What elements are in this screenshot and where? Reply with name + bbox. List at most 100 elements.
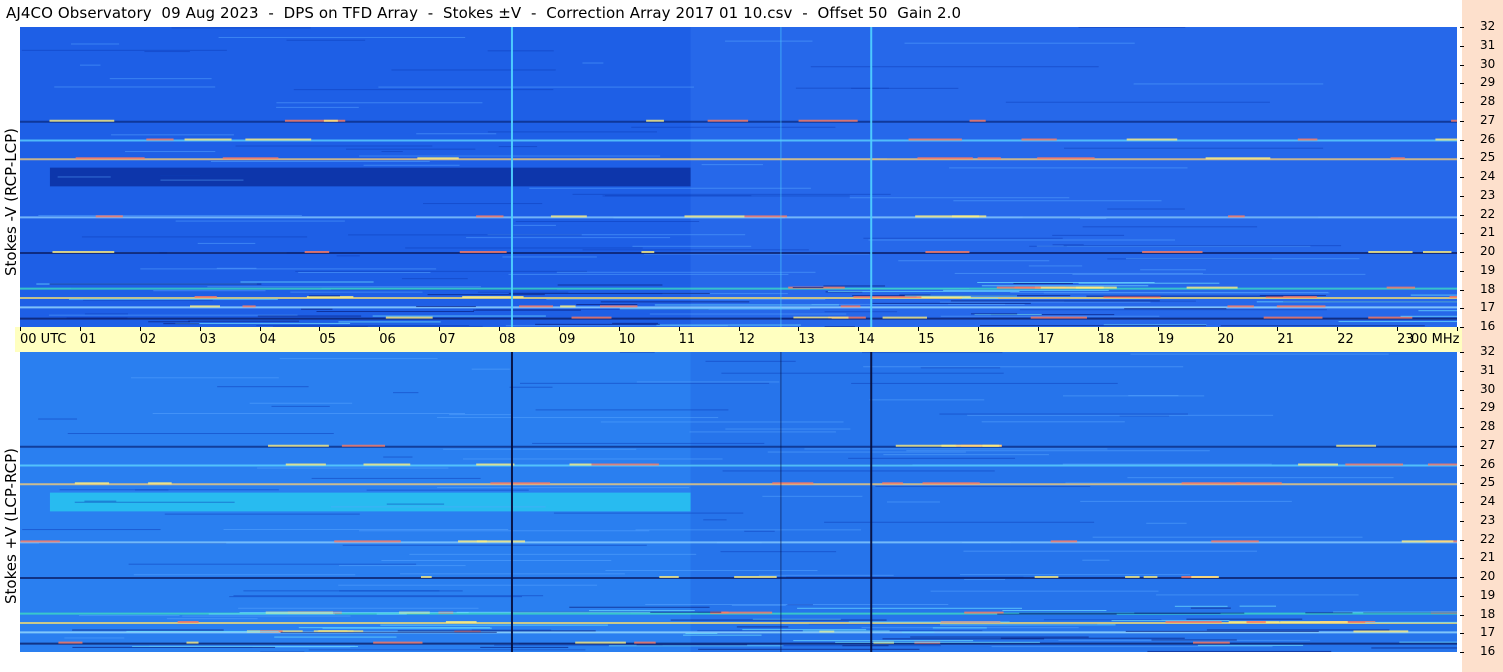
frequency-tick-mark — [1460, 83, 1464, 85]
vertical-line — [510, 352, 513, 652]
low-band-noise — [835, 641, 1040, 643]
frequency-tick-label: 22 — [1480, 531, 1496, 546]
time-tick-mark — [259, 327, 261, 331]
noise-streak — [276, 106, 359, 108]
interference-burst — [58, 641, 83, 644]
interference-burst — [917, 157, 973, 160]
noise-streak — [378, 86, 694, 88]
interference-burst — [1125, 576, 1140, 578]
vertical-line — [780, 352, 782, 652]
time-tick-label: 10 — [618, 332, 636, 347]
noise-streak — [79, 64, 101, 66]
noise-streak — [423, 203, 543, 205]
interference-burst — [462, 296, 524, 298]
low-band-noise — [940, 624, 1116, 626]
noise-streak — [701, 164, 763, 166]
noise-streak — [144, 51, 190, 53]
frequency-tick-label: 28 — [1480, 94, 1496, 108]
frequency-tick-label: 21 — [1480, 225, 1496, 240]
time-tick-mark — [499, 327, 500, 331]
interference-burst — [1276, 305, 1326, 308]
noise-streak — [1133, 83, 1324, 85]
noise-streak — [152, 412, 465, 414]
low-band-noise — [380, 624, 608, 626]
time-tick-label: 08 — [499, 332, 516, 347]
low-band-noise — [1365, 621, 1457, 623]
interference-burst — [1050, 540, 1078, 543]
noise-streak — [572, 193, 891, 195]
noise-streak — [217, 386, 309, 388]
noise-streak — [1019, 309, 1327, 311]
frequency-tick-mark — [1460, 289, 1464, 291]
frequency-tick-label: 23 — [1480, 187, 1496, 202]
low-band-noise — [961, 297, 999, 299]
low-band-noise — [589, 610, 695, 612]
low-band-noise — [1256, 301, 1457, 303]
low-band-noise — [535, 323, 660, 325]
interference-burst — [52, 251, 115, 253]
noise-streak — [74, 501, 235, 503]
interference-burst — [734, 576, 777, 578]
low-band-noise — [416, 306, 476, 308]
frequency-tick-label: 30 — [1480, 56, 1496, 71]
low-band-noise — [188, 320, 300, 322]
low-band-noise — [848, 621, 1010, 623]
noise-streak — [443, 448, 637, 450]
low-band-noise — [910, 636, 1089, 638]
frequency-tick-mark — [1460, 520, 1464, 522]
frequency-tick-label: 22 — [1480, 206, 1496, 221]
low-band-noise — [904, 295, 1018, 297]
noise-streak — [175, 220, 345, 222]
interference-burst — [1021, 138, 1057, 141]
noise-streak — [477, 291, 569, 293]
interference-line — [20, 252, 1457, 254]
frequency-tick-label: 27 — [1480, 112, 1496, 127]
interference-burst — [1191, 576, 1219, 578]
noise-streak — [906, 450, 1210, 452]
low-band-noise — [1002, 610, 1107, 612]
noise-streak — [140, 268, 437, 270]
low-band-noise — [72, 629, 224, 631]
noise-streak — [605, 570, 818, 572]
noise-streak — [515, 221, 700, 223]
frequency-tick-mark — [1460, 633, 1464, 635]
noise-streak — [1052, 244, 1084, 246]
frequency-tick-label: 19 — [1480, 587, 1496, 602]
time-tick-mark — [1217, 327, 1219, 331]
noise-streak — [336, 255, 360, 257]
low-band-noise — [338, 321, 441, 323]
time-tick-mark — [1397, 327, 1399, 331]
interference-burst — [922, 482, 980, 485]
interference-burst — [1280, 621, 1348, 623]
low-band-noise — [979, 325, 1207, 327]
time-tick-label: 04 — [259, 332, 277, 347]
interference-burst — [177, 621, 199, 623]
low-band-noise — [1305, 612, 1353, 614]
noise-streak — [744, 530, 775, 532]
interference-burst — [951, 215, 987, 218]
interference-burst — [341, 444, 386, 447]
noise-streak — [135, 489, 169, 491]
low-band-noise — [685, 632, 718, 634]
frequency-tick-mark — [1460, 270, 1464, 272]
noise-streak — [271, 405, 330, 407]
interference-burst — [1390, 157, 1405, 160]
low-band-noise — [636, 644, 748, 646]
interference-burst — [222, 157, 279, 160]
noise-streak — [67, 433, 334, 435]
time-tick-label: 06 — [379, 332, 396, 347]
time-tick-mark — [20, 327, 21, 331]
time-tick-label: 13 — [798, 332, 815, 347]
frequency-tick-label: 20 — [1480, 244, 1496, 258]
noise-streak — [904, 42, 1135, 44]
low-band-noise — [1371, 647, 1457, 649]
interference-line — [20, 317, 1457, 320]
noise-streak — [602, 195, 850, 197]
interference-burst — [575, 641, 626, 644]
noise-streak — [863, 237, 1063, 239]
interference-burst — [1228, 215, 1245, 218]
low-band-noise — [576, 304, 638, 306]
interference-burst — [1186, 286, 1238, 289]
noise-streak — [84, 313, 129, 315]
noise-streak — [725, 428, 851, 430]
